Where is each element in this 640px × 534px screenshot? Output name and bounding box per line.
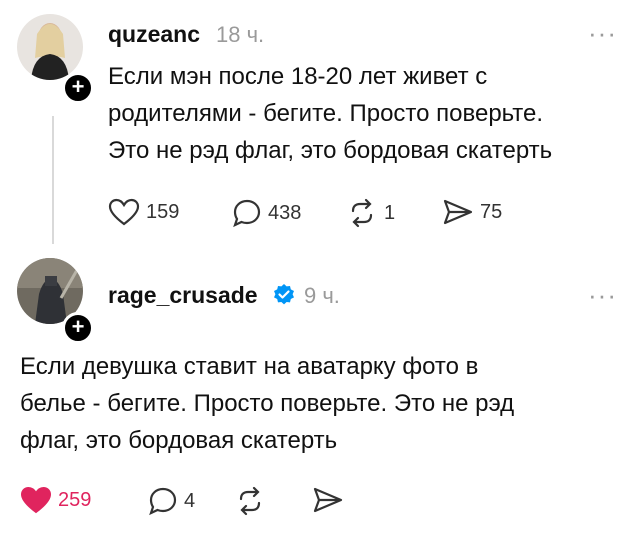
comment-button[interactable]: 438 — [232, 198, 301, 228]
repost-button[interactable] — [234, 486, 266, 516]
more-options-icon[interactable]: ··· — [588, 280, 617, 311]
share-button[interactable]: 75 — [442, 198, 502, 226]
heart-icon — [108, 198, 140, 226]
repost-count: 1 — [384, 201, 396, 224]
like-count: 259 — [58, 488, 92, 511]
like-button[interactable]: 159 — [108, 198, 179, 226]
follow-plus-icon[interactable]: + — [62, 72, 94, 104]
post-text-line: Если девушка ставит на аватарку фото в — [20, 353, 479, 380]
post-time: 18 ч. — [216, 22, 265, 47]
comment-icon — [149, 487, 177, 516]
username[interactable]: rage_crusade — [108, 282, 258, 309]
post-text-line: флаг, это бордовая скатерть — [20, 427, 338, 454]
more-options-icon[interactable]: ··· — [588, 18, 617, 49]
post-time: 9 ч. — [304, 283, 340, 308]
repost-button[interactable]: 1 — [346, 198, 395, 228]
share-button[interactable] — [312, 486, 344, 514]
avatar[interactable] — [17, 14, 83, 80]
post-text: Если мэн после 18-20 лет живет с родител… — [108, 58, 552, 169]
username[interactable]: quzeanc — [108, 21, 200, 48]
share-icon — [443, 199, 473, 225]
repost-icon — [239, 486, 261, 516]
comment-count: 438 — [268, 201, 302, 224]
thread-line — [52, 116, 54, 244]
share-icon — [313, 487, 343, 513]
post-text-line: белье - бегите. Просто поверьте. Это не … — [20, 390, 515, 417]
follow-plus-icon[interactable]: + — [62, 312, 94, 344]
like-button[interactable]: 259 — [20, 486, 91, 514]
share-count: 75 — [480, 200, 503, 223]
comment-button[interactable]: 4 — [148, 486, 195, 516]
post-rage-crusade: + rage_crusade 9 ч. ··· Если девушка ста… — [0, 250, 640, 534]
heart-icon — [20, 486, 52, 514]
post-text-line: родителями - бегите. Просто поверьте. — [108, 100, 544, 127]
verified-badge-icon — [274, 284, 294, 305]
post-text-line: Это не рэд флаг, это бордовая скатерть — [108, 137, 553, 164]
comment-count: 4 — [184, 489, 196, 512]
like-count: 159 — [146, 200, 180, 223]
post-text: Если девушка ставит на аватарку фото в б… — [20, 348, 514, 459]
repost-icon — [351, 198, 373, 228]
post-text-line: Если мэн после 18-20 лет живет с — [108, 63, 488, 90]
comment-icon — [233, 199, 261, 228]
post-quzeanc: + quzeanc 18 ч. ··· Если мэн после 18-20… — [0, 0, 640, 250]
